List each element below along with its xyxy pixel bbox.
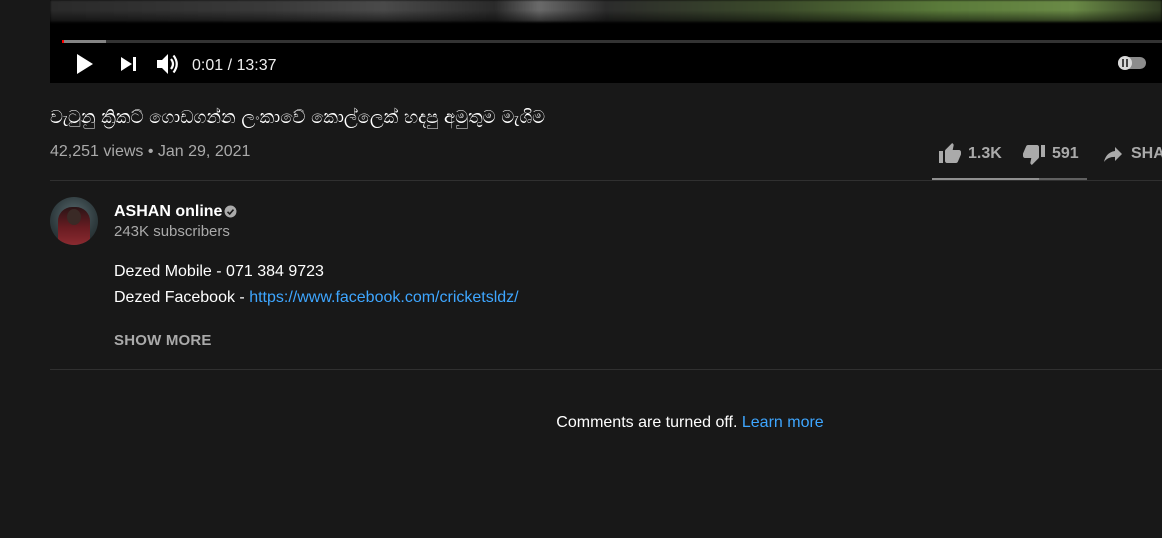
upload-date: Jan 29, 2021 <box>157 143 251 160</box>
show-more-button[interactable]: SHOW MORE <box>114 332 212 349</box>
progress-played <box>62 40 64 43</box>
video-title: වැටුනු ක්‍රිකට් ගොඩගන්න ලංකාවේ කොල්ලෙක් … <box>50 107 546 128</box>
description-line: Dezed Mobile - 071 384 9723 <box>114 263 324 281</box>
description-label: Dezed Mobile - <box>114 263 227 280</box>
learn-more-link[interactable]: Learn more <box>742 414 824 431</box>
time-display: 0:01 / 13:37 <box>192 57 277 75</box>
time-current: 0:01 <box>192 57 224 74</box>
description-label: Dezed Facebook - <box>114 289 250 306</box>
autoplay-toggle-icon <box>1118 56 1132 70</box>
next-icon <box>121 57 136 71</box>
volume-button[interactable] <box>154 51 182 77</box>
play-button[interactable] <box>74 51 96 77</box>
share-button[interactable]: SHA <box>1101 140 1162 168</box>
subscriber-count: 243K subscribers <box>114 223 230 240</box>
channel-avatar[interactable] <box>50 197 98 245</box>
time-total: 13:37 <box>236 57 277 74</box>
like-count: 1.3K <box>968 145 1002 162</box>
channel-name[interactable]: ASHAN online <box>114 203 222 221</box>
dislike-button[interactable]: 591 <box>1022 140 1079 168</box>
share-arrow-icon <box>1104 147 1122 162</box>
phone-number: 071 384 9723 <box>226 263 324 280</box>
like-button[interactable]: 1.3K <box>938 140 1002 168</box>
divider <box>50 180 1162 181</box>
avatar-face <box>67 209 81 225</box>
autoplay-toggle[interactable] <box>1118 56 1146 70</box>
dislike-count: 591 <box>1052 145 1079 162</box>
time-separator: / <box>223 57 237 74</box>
view-count: 42,251 views <box>50 143 144 160</box>
verified-check-icon <box>224 205 237 218</box>
pause-icon <box>1122 59 1128 67</box>
share-label: SHA <box>1131 145 1162 162</box>
comments-disabled-message: Comments are turned off. Learn more <box>0 414 1162 432</box>
progress-bar[interactable] <box>62 40 1162 43</box>
comments-off-text: Comments are turned off. <box>556 414 738 431</box>
meta-separator: • <box>143 143 158 160</box>
thumbs-up-icon <box>939 143 961 163</box>
play-icon <box>77 54 93 74</box>
thumbs-down-icon <box>1023 145 1045 165</box>
next-button[interactable] <box>118 51 140 77</box>
video-page: 0:01 / 13:37 වැටුනු ක්‍රිකට් ගොඩගන්න ලංක… <box>0 0 1162 538</box>
volume-icon <box>157 54 178 74</box>
divider <box>50 369 1162 370</box>
video-player[interactable]: 0:01 / 13:37 <box>50 0 1162 83</box>
description-line: Dezed Facebook - https://www.facebook.co… <box>114 289 519 307</box>
progress-buffered <box>62 40 106 43</box>
video-meta: 42,251 views • Jan 29, 2021 <box>50 143 250 161</box>
controls-gradient <box>50 10 1162 40</box>
facebook-link[interactable]: https://www.facebook.com/cricketsldz/ <box>249 289 518 306</box>
